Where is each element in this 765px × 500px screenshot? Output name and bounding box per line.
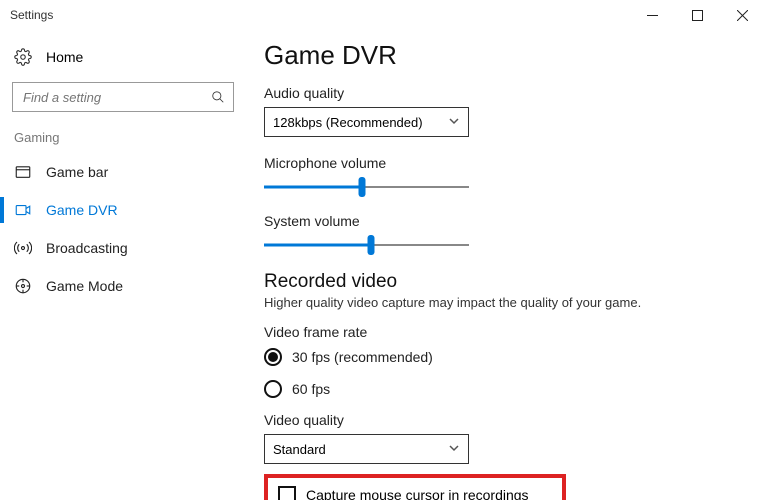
radio-selected-icon	[264, 348, 282, 366]
search-icon	[211, 90, 225, 104]
mic-volume-slider[interactable]	[264, 177, 469, 197]
game-dvr-icon	[14, 201, 32, 219]
gear-icon	[14, 48, 32, 66]
search-box[interactable]	[12, 82, 234, 112]
radio-unselected-icon	[264, 380, 282, 398]
sidebar-section-head: Gaming	[0, 130, 246, 153]
audio-quality-dropdown[interactable]: 128kbps (Recommended)	[264, 107, 469, 137]
titlebar: Settings	[0, 0, 765, 30]
game-mode-icon	[14, 277, 32, 295]
frame-rate-label: Video frame rate	[264, 324, 735, 340]
close-button[interactable]	[720, 0, 765, 30]
capture-cursor-checkbox[interactable]: Capture mouse cursor in recordings	[278, 486, 552, 500]
page-title: Game DVR	[264, 40, 735, 71]
home-nav[interactable]: Home	[0, 42, 246, 76]
chevron-down-icon	[448, 442, 460, 457]
minimize-button[interactable]	[630, 0, 675, 30]
sidebar-item-label: Game Mode	[46, 278, 123, 294]
chevron-down-icon	[448, 115, 460, 130]
highlight-annotation: Capture mouse cursor in recordings	[264, 474, 566, 500]
window-title: Settings	[10, 8, 53, 22]
frame-rate-30-label: 30 fps (recommended)	[292, 349, 433, 365]
sidebar-item-game-mode[interactable]: Game Mode	[0, 267, 246, 305]
maximize-button[interactable]	[675, 0, 720, 30]
sidebar-item-label: Game bar	[46, 164, 108, 180]
sidebar-item-game-dvr[interactable]: Game DVR	[0, 191, 246, 229]
video-quality-value: Standard	[273, 442, 326, 457]
game-bar-icon	[14, 163, 32, 181]
video-quality-label: Video quality	[264, 412, 735, 428]
home-label: Home	[46, 49, 83, 65]
checkbox-icon	[278, 486, 296, 500]
sidebar-item-game-bar[interactable]: Game bar	[0, 153, 246, 191]
frame-rate-30fps[interactable]: 30 fps (recommended)	[264, 348, 735, 366]
audio-quality-label: Audio quality	[264, 85, 735, 101]
sidebar-item-broadcasting[interactable]: Broadcasting	[0, 229, 246, 267]
recorded-video-subtitle: Higher quality video capture may impact …	[264, 295, 735, 310]
sidebar-item-label: Broadcasting	[46, 240, 128, 256]
search-input[interactable]	[21, 89, 211, 106]
frame-rate-60-label: 60 fps	[292, 381, 330, 397]
main-panel: Game DVR Audio quality 128kbps (Recommen…	[246, 30, 765, 500]
capture-cursor-label: Capture mouse cursor in recordings	[306, 487, 529, 500]
mic-volume-label: Microphone volume	[264, 155, 735, 171]
content-area: Home Gaming Game bar Game DVR Broadcas	[0, 30, 765, 500]
window-controls	[630, 0, 765, 30]
audio-quality-value: 128kbps (Recommended)	[273, 115, 423, 130]
system-volume-label: System volume	[264, 213, 735, 229]
recorded-video-title: Recorded video	[264, 271, 735, 293]
sidebar: Home Gaming Game bar Game DVR Broadcas	[0, 30, 246, 500]
system-volume-slider[interactable]	[264, 235, 469, 255]
frame-rate-60fps[interactable]: 60 fps	[264, 380, 735, 398]
broadcast-icon	[14, 239, 32, 257]
video-quality-dropdown[interactable]: Standard	[264, 434, 469, 464]
sidebar-item-label: Game DVR	[46, 202, 118, 218]
